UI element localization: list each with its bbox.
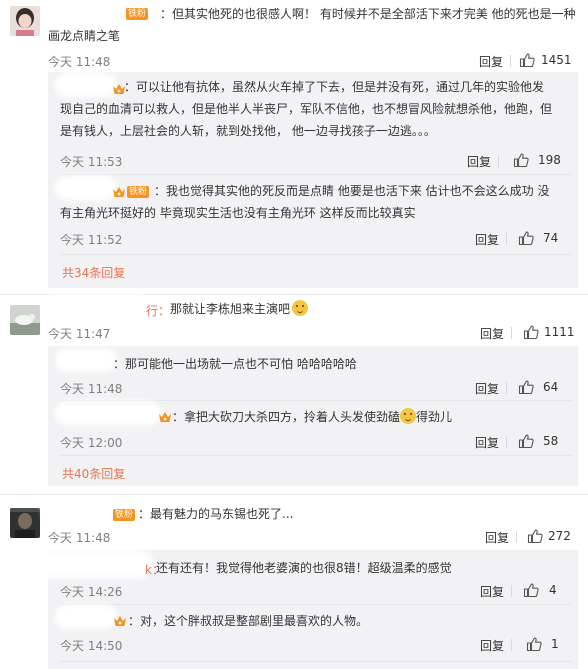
fan-badge: 铁粉 — [113, 509, 136, 521]
divider — [511, 639, 512, 651]
vip-crown-icon — [158, 411, 172, 423]
thumbs-up-icon[interactable] — [527, 528, 543, 544]
like-count: 1451 — [541, 53, 572, 67]
reply-button[interactable]: 回复 — [480, 583, 504, 600]
reply-time: 今天 11:53 — [60, 155, 123, 169]
username-redacted[interactable] — [36, 555, 148, 573]
more-replies-link[interactable]: 共34条回复 — [62, 264, 125, 281]
reply-button[interactable]: 回复 — [467, 153, 491, 170]
reply-time: 今天 11:48 — [60, 382, 123, 396]
divider — [498, 155, 499, 167]
reply-button[interactable]: 回复 — [480, 325, 504, 342]
grin-emoji-icon — [400, 408, 417, 424]
avatar[interactable] — [10, 6, 40, 36]
reply-button[interactable]: 回复 — [475, 231, 499, 248]
username-redacted[interactable] — [60, 610, 112, 624]
divider — [511, 327, 512, 339]
reply-text: ：可以让他有抗体，虽然从火车掉了下去，但是并没有死，通过几年的实验他发 现自己的… — [60, 80, 553, 138]
like-count: 74 — [543, 231, 559, 245]
divider — [516, 531, 517, 543]
comment-separator — [0, 494, 588, 495]
divider — [60, 661, 572, 662]
reply-time: 今天 14:50 — [60, 639, 123, 653]
divider — [60, 604, 572, 605]
reply-text: ：对，这个胖叔叔是整部剧里最喜欢的人物。 — [128, 614, 369, 628]
divider — [60, 174, 572, 175]
reply-text: ：我也觉得其实他的死反而是点睛 他要是也活下来 估计也不会这么成功 没 有主角光… — [60, 184, 550, 220]
like-count: 1 — [551, 637, 559, 651]
divider — [506, 233, 507, 245]
thumbs-up-icon[interactable] — [518, 379, 534, 395]
like-count: 64 — [543, 380, 559, 394]
divider — [506, 382, 507, 394]
reply-time: 今天 11:52 — [60, 233, 123, 247]
thumbs-up-icon[interactable] — [523, 582, 539, 598]
like-count: 4 — [549, 583, 557, 597]
comment-text: ：但其实他死的也很感人啊！ 有时候并不是全部活下来才完美 他的死也是一种 画龙点… — [48, 7, 576, 43]
thumbs-up-icon[interactable] — [519, 52, 535, 68]
avatar[interactable] — [10, 305, 40, 335]
reply-time: 今天 14:26 — [60, 585, 123, 599]
username-redacted[interactable] — [60, 406, 156, 420]
comment-time: 今天 11:48 — [48, 55, 111, 69]
username-tail[interactable]: 行： — [146, 302, 170, 319]
vip-crown-icon — [113, 615, 127, 627]
more-replies-link[interactable]: 共40条回复 — [62, 465, 125, 482]
like-count: 58 — [543, 434, 559, 448]
username-redacted[interactable] — [48, 504, 112, 520]
divider — [510, 55, 511, 67]
reply-text: ：那可能他一出场就一点也不可怕 哈哈哈哈哈 — [113, 357, 357, 371]
comment-text: 那就让李栋旭来主演吧 — [170, 298, 309, 320]
avatar[interactable] — [10, 508, 40, 538]
like-count: 272 — [548, 529, 571, 543]
reply-text: ：拿把大砍刀大杀四方，拎着人头发使劲磕 得劲儿 — [172, 408, 453, 424]
divider — [60, 254, 572, 255]
reply-button[interactable]: 回复 — [485, 529, 509, 546]
reply-time: 今天 12:00 — [60, 436, 123, 450]
thumbs-up-icon[interactable] — [518, 230, 534, 246]
reply-button[interactable]: 回复 — [480, 637, 504, 654]
divider — [506, 436, 507, 448]
like-count: 198 — [538, 153, 561, 167]
grin-emoji-icon — [292, 300, 309, 316]
comment-time: 今天 11:47 — [48, 327, 111, 341]
divider — [60, 455, 572, 456]
reply-text: 还有还有！我觉得他老婆演的也很8错！超级温柔的感觉 — [156, 561, 452, 575]
divider — [60, 400, 572, 401]
reply-button[interactable]: 回复 — [475, 434, 499, 451]
like-count: 1111 — [544, 325, 575, 339]
reply-button[interactable]: 回复 — [475, 380, 499, 397]
thumbs-up-icon[interactable] — [526, 636, 542, 652]
thumbs-up-icon[interactable] — [518, 433, 534, 449]
reply-button[interactable]: 回复 — [479, 53, 503, 70]
username-redacted[interactable] — [60, 353, 112, 367]
comment-text: ：最有魅力的马东锡也死了... — [138, 507, 294, 521]
username-redacted[interactable] — [48, 298, 146, 316]
thumbs-up-icon[interactable] — [513, 152, 529, 168]
divider — [511, 585, 512, 597]
comment-separator — [0, 294, 588, 295]
comment-time: 今天 11:48 — [48, 531, 111, 545]
thumbs-up-icon[interactable] — [523, 324, 539, 340]
